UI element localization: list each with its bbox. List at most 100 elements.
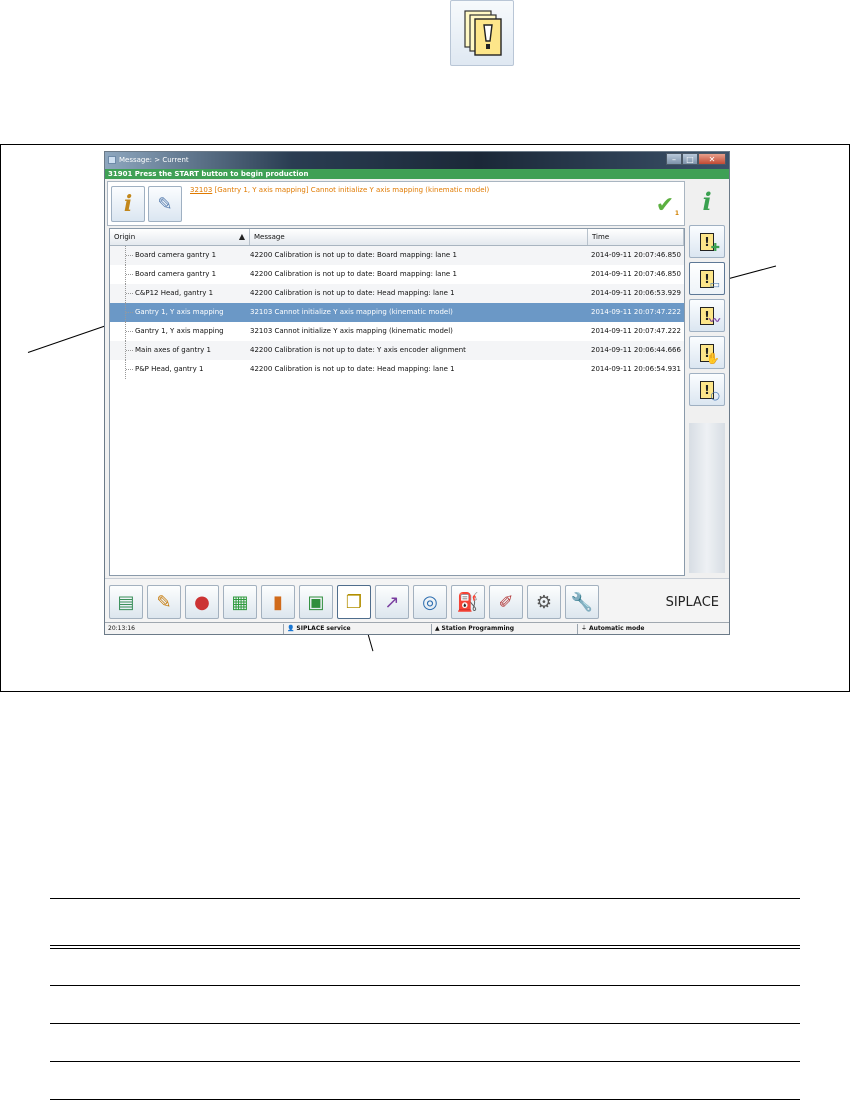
time-cell: 2014-09-11 20:07:47.222: [591, 308, 681, 316]
origin-cell: Main axes of gantry 1: [135, 346, 211, 354]
current-messages-button[interactable]: ▭: [689, 262, 725, 295]
edit-button[interactable]: ✎: [148, 186, 182, 222]
message-history-button[interactable]: 〰: [689, 299, 725, 332]
user-icon: 👤: [287, 625, 295, 632]
message-cell: 42200 Calibration is not up to date: Hea…: [250, 289, 455, 297]
time-cell: 2014-09-11 20:07:47.222: [591, 327, 681, 335]
tree-connector: [125, 303, 133, 322]
sidebar-rail: [689, 423, 725, 573]
table-row[interactable]: Gantry 1, Y axis mapping 32103 Cannot in…: [110, 322, 684, 341]
column-time-label: Time: [592, 233, 610, 241]
help-info-button[interactable]: i: [689, 181, 725, 221]
search-icon: ○: [710, 389, 720, 402]
user-status: 👤 SIPLACE service: [287, 623, 351, 634]
right-sidebar: i ✚ ▭ 〰 ✋ ○: [687, 181, 727, 573]
messages-button[interactable]: ❐: [337, 585, 371, 619]
column-origin[interactable]: Origin ▲: [110, 229, 250, 245]
table-row[interactable]: P&P Head, gantry 1 42200 Calibration is …: [110, 360, 684, 379]
tree-connector: [125, 246, 133, 265]
current-message-panel: i ✎ 32103 [Gantry 1, Y axis mapping] Can…: [107, 181, 685, 226]
messages-icon: ❐: [345, 591, 363, 613]
title-bar: Message: > Current – □ ✕: [105, 152, 729, 169]
gear-hand-button[interactable]: ⚙: [527, 585, 561, 619]
tree-connector: [125, 360, 133, 379]
mode-icon: ⏚: [581, 625, 588, 632]
camera-lens-button[interactable]: ◎: [413, 585, 447, 619]
app-icon: [108, 156, 116, 164]
message-cell: 32103 Cannot initialize Y axis mapping (…: [250, 327, 453, 335]
camera-lens-icon: ◎: [422, 591, 438, 613]
production-status-text: 31901 Press the START button to begin pr…: [108, 170, 309, 178]
tree-connector: [125, 341, 133, 360]
checkmark-icon: ✔: [655, 192, 675, 218]
stack-button[interactable]: ▤: [109, 585, 143, 619]
board-button[interactable]: ▣: [299, 585, 333, 619]
mode-name: Automatic mode: [588, 625, 645, 632]
time-cell: 2014-09-11 20:06:44.666: [591, 346, 681, 354]
info-button[interactable]: i: [111, 186, 145, 222]
time-cell: 2014-09-11 20:06:53.929: [591, 289, 681, 297]
grid-green-icon: ▦: [231, 591, 249, 613]
oil-can-icon: ⛽: [456, 591, 480, 613]
message-cell: 42200 Calibration is not up to date: Y a…: [250, 346, 466, 354]
traffic-light-stop-icon: ●: [194, 591, 210, 613]
gear-hand-icon: ⚙: [535, 591, 553, 613]
message-code-link[interactable]: 32103: [190, 186, 212, 194]
tree-connector: [125, 265, 133, 284]
oil-can-button[interactable]: ⛽: [451, 585, 485, 619]
bar-chart-button[interactable]: ▮: [261, 585, 295, 619]
traffic-light-edit-button[interactable]: ✎: [147, 585, 181, 619]
hand-icon: ✋: [706, 352, 720, 365]
table-rule: [50, 898, 800, 899]
stack-icon: ▤: [117, 591, 135, 613]
origin-cell: C&P12 Head, gantry 1: [135, 289, 214, 297]
status-bar: 20:13:16 👤 SIPLACE service ▲ Station Pro…: [105, 622, 729, 634]
grid-button[interactable]: ▦: [223, 585, 257, 619]
time-cell: 2014-09-11 20:07:46.850: [591, 251, 681, 259]
message-window: Message: > Current – □ ✕ 31901 Press the…: [104, 151, 730, 635]
wrench-button[interactable]: 🔧: [565, 585, 599, 619]
current-message-text: [Gantry 1, Y axis mapping] Cannot initia…: [212, 186, 490, 194]
column-time[interactable]: Time: [588, 229, 684, 245]
bar-chart-icon: ▮: [273, 591, 283, 613]
message-table: Origin ▲ Message Time Board camera gantr…: [109, 228, 685, 576]
column-message[interactable]: Message: [250, 229, 588, 245]
acknowledge-button[interactable]: ✔ 1: [650, 188, 680, 222]
user-name: SIPLACE service: [296, 625, 351, 632]
quill-icon: ✎: [157, 193, 173, 215]
pen-tool-icon: ✐: [498, 591, 514, 613]
message-search-button[interactable]: ○: [689, 373, 725, 406]
table-row[interactable]: C&P12 Head, gantry 1 42200 Calibration i…: [110, 284, 684, 303]
message-cell: 42200 Calibration is not up to date: Hea…: [250, 365, 455, 373]
traffic-light-stop-button[interactable]: ●: [185, 585, 219, 619]
message-cell: 32103 Cannot initialize Y axis mapping (…: [250, 308, 453, 316]
wrench-icon: 🔧: [570, 591, 594, 613]
mode-status: ⏚ Automatic mode: [581, 623, 645, 634]
origin-cell: P&P Head, gantry 1: [135, 365, 204, 373]
table-row[interactable]: Board camera gantry 1 42200 Calibration …: [110, 265, 684, 284]
brand-logo: SIPLACE: [665, 595, 719, 610]
info-icon: i: [702, 186, 712, 216]
add-message-filter-button[interactable]: ✚: [689, 225, 725, 258]
tree-connector: [125, 284, 133, 303]
time-cell: 2014-09-11 20:07:46.850: [591, 270, 681, 278]
origin-cell: Gantry 1, Y axis mapping: [135, 327, 224, 335]
minimize-button[interactable]: –: [666, 153, 682, 165]
board-icon: ▣: [307, 591, 325, 613]
message-acknowledge-button[interactable]: ✋: [689, 336, 725, 369]
station-icon: ▲: [435, 625, 440, 632]
trend-chart-icon: ↗: [384, 591, 400, 613]
window-icon: ▭: [709, 278, 720, 291]
table-row-selected[interactable]: Gantry 1, Y axis mapping 32103 Cannot in…: [110, 303, 684, 322]
table-row[interactable]: Main axes of gantry 1 42200 Calibration …: [110, 341, 684, 360]
table-row[interactable]: Board camera gantry 1 42200 Calibration …: [110, 246, 684, 265]
close-button[interactable]: ✕: [698, 153, 726, 165]
maximize-button[interactable]: □: [682, 153, 698, 165]
pen-tool-button[interactable]: ✐: [489, 585, 523, 619]
table-rule: [50, 948, 800, 949]
trend-chart-button[interactable]: ↗: [375, 585, 409, 619]
tree-connector: [125, 322, 133, 341]
sort-ascending-icon: ▲: [238, 232, 245, 241]
bottom-toolbar: ▤ ✎ ● ▦ ▮ ▣ ❐ ↗ ◎ ⛽ ✐ ⚙ 🔧 SIPLACE: [105, 578, 729, 623]
current-message: 32103 [Gantry 1, Y axis mapping] Cannot …: [190, 186, 489, 194]
